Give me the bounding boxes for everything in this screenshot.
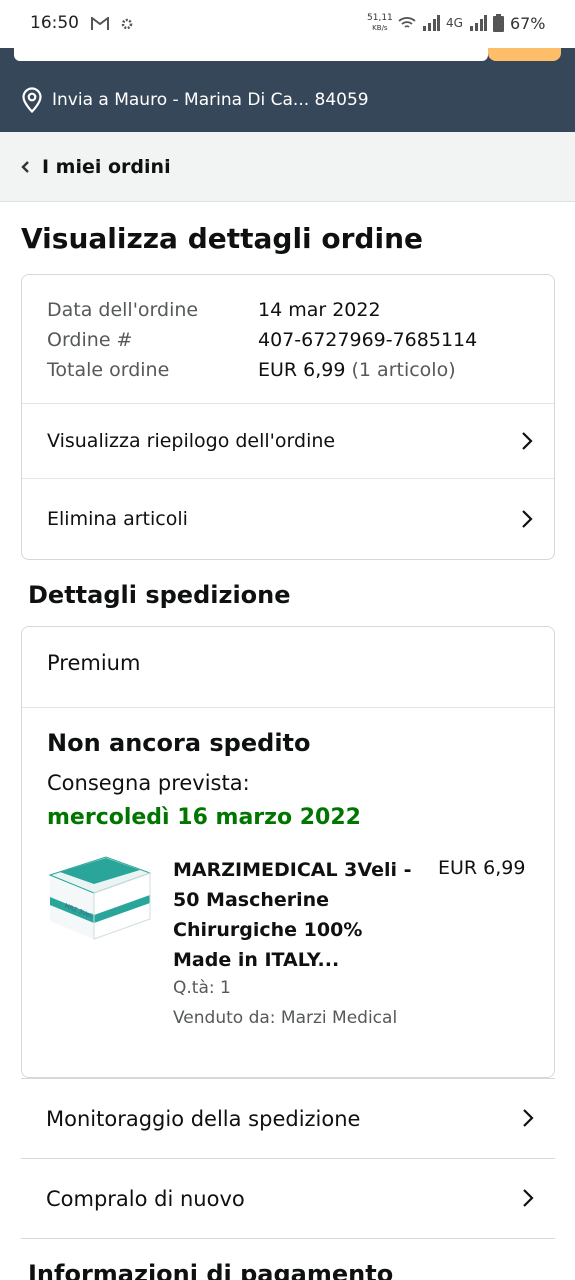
page-title: Visualizza dettagli ordine	[21, 222, 423, 255]
product-seller: Venduto da: Marzi Medical	[173, 1008, 398, 1028]
view-order-summary-label: Visualizza riepilogo dell'ordine	[47, 430, 336, 452]
chevron-left-icon	[21, 160, 29, 173]
delete-items-label: Elimina articoli	[47, 508, 188, 530]
chevron-right-icon	[523, 1109, 534, 1127]
order-total-row: Totale ordine EUR 6,99 (1 articolo)	[47, 355, 477, 385]
chevron-right-icon	[522, 432, 533, 450]
product-title-link[interactable]: MARZIMEDICAL 3Veli - 50 Mascherine Chiru…	[173, 855, 413, 975]
divider	[22, 707, 554, 708]
breadcrumb-label: I miei ordini	[42, 155, 171, 178]
expected-delivery-label: Consegna prevista:	[47, 771, 250, 795]
search-bar-area	[0, 48, 575, 68]
network-speed: 51,11 KB/s	[367, 13, 393, 32]
shipment-card: Premium Non ancora spedito Consegna prev…	[21, 626, 555, 1078]
order-info-card: Data dell'ordine 14 mar 2022 Ordine # 40…	[21, 274, 555, 560]
order-total-items: (1 articolo)	[351, 359, 456, 381]
order-number-label: Ordine #	[47, 329, 133, 351]
battery-percent: 67%	[509, 13, 546, 33]
search-input[interactable]	[14, 48, 488, 61]
signal-icon	[423, 15, 440, 31]
view-order-summary-link[interactable]: Visualizza riepilogo dell'ordine	[22, 403, 554, 478]
shipment-status: Non ancora spedito	[47, 729, 311, 757]
order-date-label: Data dell'ordine	[47, 299, 199, 321]
buy-again-button[interactable]: Compralo di nuovo	[21, 1158, 555, 1238]
location-pin-icon	[22, 87, 42, 113]
product-quantity: Q.tà: 1	[173, 978, 231, 998]
order-number-row: Ordine # 407-6727969-7685114	[47, 325, 477, 355]
notification-icons	[91, 14, 134, 32]
order-date-value: 14 mar 2022	[258, 299, 381, 321]
product-image[interactable]: MRZ 3Veli	[46, 853, 152, 945]
buy-again-label: Compralo di nuovo	[46, 1186, 245, 1211]
product-price: EUR 6,99	[438, 857, 526, 879]
chevron-right-icon	[523, 1189, 534, 1207]
track-shipment-button[interactable]: Monitoraggio della spedizione	[21, 1078, 555, 1158]
track-shipment-label: Monitoraggio della spedizione	[46, 1106, 361, 1131]
order-total-value-wrap: EUR 6,99 (1 articolo)	[258, 359, 456, 381]
delete-items-link[interactable]: Elimina articoli	[22, 478, 554, 559]
wifi-icon	[398, 17, 416, 28]
shipping-section-title: Dettagli spedizione	[28, 581, 291, 609]
order-total-value: EUR 6,99	[258, 359, 346, 381]
status-bar: 16:50 51,11 KB/s 4G 67%	[0, 0, 575, 48]
payment-section-title: Informazioni di pagamento	[28, 1260, 394, 1280]
settings-icon	[121, 18, 133, 29]
battery-icon	[492, 14, 504, 32]
signal-icon-2	[469, 15, 487, 31]
deliver-to-bar[interactable]: Invia a Mauro - Marina Di Ca... 84059	[0, 68, 575, 132]
gmail-icon	[91, 15, 109, 30]
order-info-grid: Data dell'ordine 14 mar 2022 Ordine # 40…	[47, 295, 477, 385]
chevron-right-icon	[522, 510, 533, 528]
breadcrumb[interactable]: I miei ordini	[0, 132, 575, 202]
shipping-service: Premium	[47, 651, 141, 675]
order-number-value: 407-6727969-7685114	[258, 329, 478, 351]
status-time: 16:50	[30, 13, 79, 33]
search-button[interactable]	[488, 48, 561, 61]
deliver-to-text: Invia a Mauro - Marina Di Ca... 84059	[52, 90, 369, 110]
expected-delivery-date: mercoledì 16 marzo 2022	[47, 805, 361, 830]
order-date-row: Data dell'ordine 14 mar 2022	[47, 295, 477, 325]
network-type: 4G	[446, 16, 463, 30]
order-total-label: Totale ordine	[47, 359, 170, 381]
